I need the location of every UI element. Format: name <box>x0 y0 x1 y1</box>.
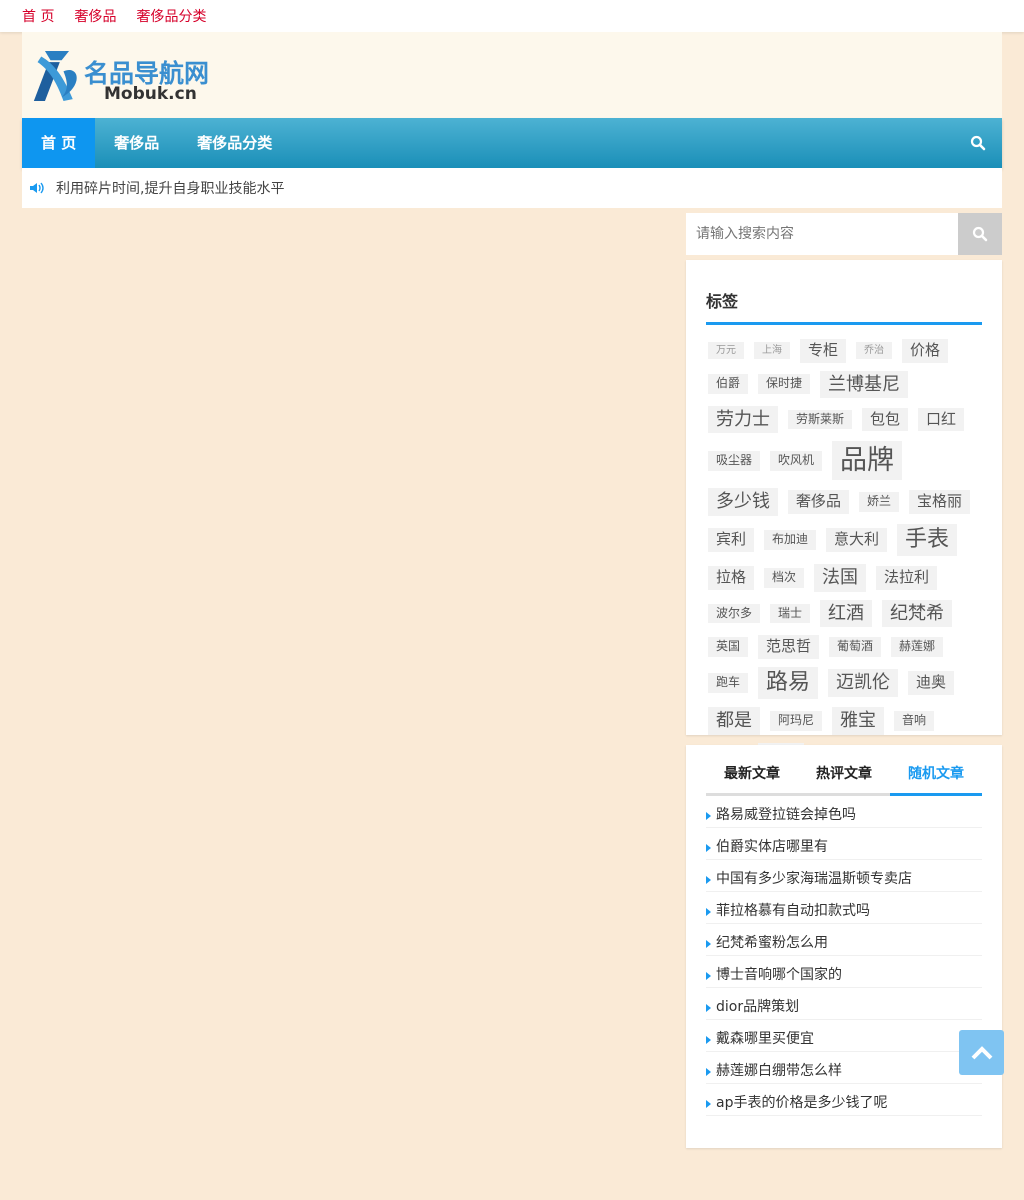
tag-item[interactable]: 法国 <box>814 564 867 592</box>
tag-item[interactable]: 包包 <box>862 407 909 432</box>
search-icon <box>972 226 988 242</box>
tag-item[interactable]: 价格 <box>902 339 949 363</box>
top-link-home[interactable]: 首 页 <box>22 6 54 26</box>
tag-item[interactable]: 劳斯莱斯 <box>788 409 853 430</box>
tag-item[interactable]: 跑车 <box>708 673 749 693</box>
tag-item[interactable]: 阿玛尼 <box>770 711 823 731</box>
tag-item[interactable]: 吹风机 <box>770 451 823 471</box>
article-link[interactable]: 博士音响哪个国家的 <box>706 956 982 988</box>
article-link[interactable]: dior品牌策划 <box>706 988 982 1020</box>
tag-item[interactable]: 赫莲娜 <box>891 637 944 657</box>
tag-item[interactable]: 手表 <box>897 523 958 557</box>
tag-item[interactable]: 路易 <box>758 666 819 700</box>
chevron-up-icon <box>971 1045 992 1059</box>
article-link[interactable]: 赫莲娜白绷带怎么样 <box>706 1052 982 1084</box>
tag-item[interactable]: 波尔多 <box>708 603 761 624</box>
article-link[interactable]: 伯爵实体店哪里有 <box>706 828 982 860</box>
nav-category[interactable]: 奢侈品分类 <box>178 118 291 168</box>
top-link-category[interactable]: 奢侈品分类 <box>136 6 206 26</box>
tag-item[interactable]: 纪梵希 <box>882 599 953 628</box>
tag-item[interactable]: 宝格丽 <box>909 490 971 514</box>
tag-item[interactable]: 娇兰 <box>859 492 900 512</box>
tab-0[interactable]: 最新文章 <box>706 763 798 793</box>
announcement-bar: 利用碎片时间,提升自身职业技能水平 <box>22 168 1002 208</box>
tag-item[interactable]: 瑞士 <box>770 603 811 624</box>
tag-item[interactable]: 上海 <box>754 342 790 360</box>
tag-item[interactable]: 葡萄酒 <box>829 637 882 657</box>
tag-item[interactable]: 法拉利 <box>876 566 938 590</box>
tag-item[interactable]: 布加迪 <box>764 530 817 550</box>
top-bar: 首 页 奢侈品 奢侈品分类 <box>0 0 1024 32</box>
announcement-text[interactable]: 利用碎片时间,提升自身职业技能水平 <box>56 178 284 198</box>
main-nav: 首 页 奢侈品 奢侈品分类 <box>22 118 1002 168</box>
tag-item[interactable]: 拉格 <box>708 566 755 590</box>
tag-cloud: 万元 上海 专柜 乔治 价格伯爵 保时捷 兰博基尼劳力士 劳斯莱斯 包包 口红吸尘器 吹风机 品牌多少… <box>706 325 982 774</box>
tag-item[interactable]: 专柜 <box>800 339 847 363</box>
tag-item[interactable]: 品牌 <box>832 441 903 481</box>
logo-mark-icon <box>33 51 77 101</box>
article-list: 路易威登拉链会掉色吗 伯爵实体店哪里有 中国有多少家海瑞温斯顿专卖店 菲拉格慕有自动扣… <box>706 796 982 1116</box>
tab-2[interactable]: 随机文章 <box>890 763 982 796</box>
article-link[interactable]: 菲拉格慕有自动扣款式吗 <box>706 892 982 924</box>
nav-home[interactable]: 首 页 <box>22 118 96 168</box>
tag-item[interactable]: 口红 <box>918 407 965 432</box>
tag-item[interactable]: 保时捷 <box>758 374 811 394</box>
tag-item[interactable]: 都是 <box>708 707 760 735</box>
back-to-top-button[interactable] <box>959 1030 1004 1075</box>
article-link[interactable]: 路易威登拉链会掉色吗 <box>706 796 982 828</box>
tags-widget: 标签 万元 上海 专柜 乔治 价格伯爵 保时捷 兰博基尼劳力士 劳斯莱斯 包包 口红吸尘器 吹风机品… <box>686 260 1002 767</box>
top-link-luxury[interactable]: 奢侈品 <box>74 6 116 26</box>
tag-item[interactable]: 英国 <box>708 637 749 657</box>
sidebar-search <box>686 213 1002 255</box>
tag-item[interactable]: 奢侈品 <box>788 490 850 514</box>
speaker-icon <box>30 182 44 194</box>
tag-item[interactable]: 多少钱 <box>708 488 778 516</box>
tab-1[interactable]: 热评文章 <box>798 763 890 793</box>
tag-item[interactable]: 迪奥 <box>908 671 955 695</box>
tags-widget-title: 标签 <box>706 260 982 325</box>
tag-item[interactable]: 宾利 <box>708 528 755 552</box>
search-input[interactable] <box>686 213 958 255</box>
article-tabs: 最新文章 热评文章 随机文章 <box>706 745 982 796</box>
tag-item[interactable]: 音响 <box>894 711 935 731</box>
tag-item[interactable]: 迈凯伦 <box>828 669 899 697</box>
tag-item[interactable]: 雅宝 <box>832 707 885 735</box>
tag-item[interactable]: 乔治 <box>856 342 893 360</box>
search-button[interactable] <box>958 213 1002 255</box>
tag-item[interactable]: 档次 <box>764 568 805 588</box>
tag-item[interactable]: 意大利 <box>826 528 888 552</box>
nav-luxury[interactable]: 奢侈品 <box>95 118 178 168</box>
search-icon <box>970 135 986 151</box>
tag-item[interactable]: 红酒 <box>820 599 873 628</box>
header: 名品导航网 Mobuk.cn <box>22 32 1002 118</box>
article-link[interactable]: ap手表的价格是多少钱了呢 <box>706 1084 982 1116</box>
site-logo[interactable]: 名品导航网 Mobuk.cn <box>32 48 209 104</box>
article-link[interactable]: 戴森哪里买便宜 <box>706 1020 982 1052</box>
tag-item[interactable]: 万元 <box>708 342 744 360</box>
nav-search-button[interactable] <box>954 118 1002 168</box>
tag-item[interactable]: 范思哲 <box>758 635 820 659</box>
article-link[interactable]: 中国有多少家海瑞温斯顿专卖店 <box>706 860 982 892</box>
tag-item[interactable]: 兰博基尼 <box>820 370 909 398</box>
articles-widget: 最新文章 热评文章 随机文章 路易威登拉链会掉色吗 伯爵实体店哪里有 中国有多少家海瑞温… <box>686 745 1002 1148</box>
logo-domain: Mobuk.cn <box>104 84 197 104</box>
tag-item[interactable]: 劳力士 <box>708 405 778 434</box>
tag-item[interactable]: 吸尘器 <box>708 451 761 471</box>
article-link[interactable]: 纪梵希蜜粉怎么用 <box>706 924 982 956</box>
tag-item[interactable]: 伯爵 <box>708 374 749 394</box>
